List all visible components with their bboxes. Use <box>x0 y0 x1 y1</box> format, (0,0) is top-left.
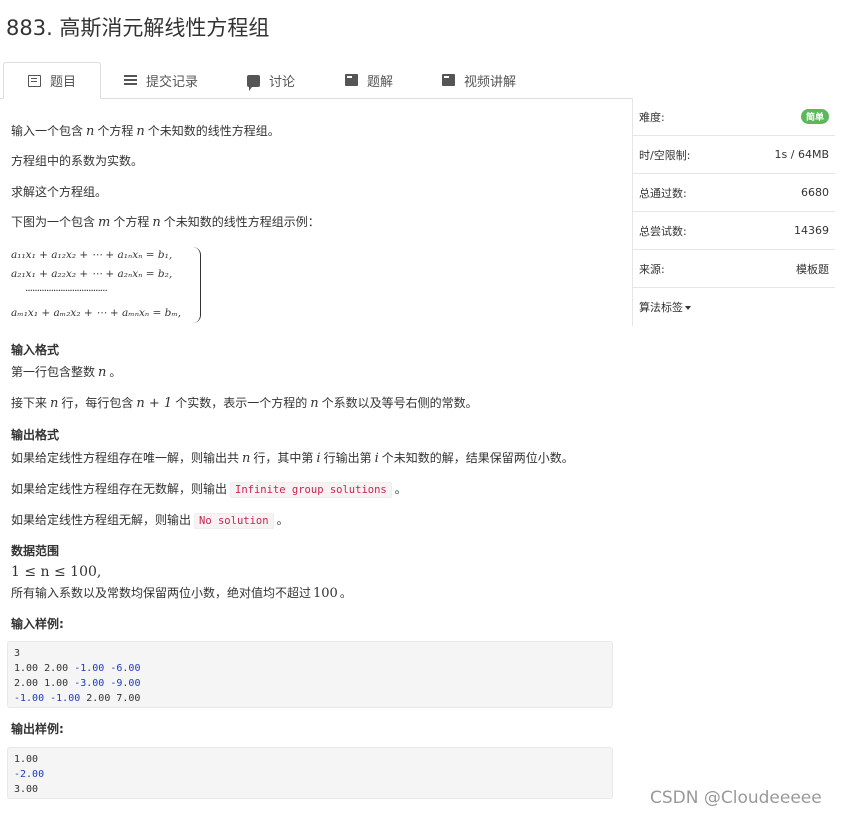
sample-output-heading: 输出样例: <box>11 722 64 736</box>
attempts-row: 总尝试数: 14369 <box>633 212 835 250</box>
tags-dropdown[interactable]: 算法标签 <box>639 299 691 315</box>
inline-code: Infinite group solutions <box>230 482 392 498</box>
difficulty-label: 难度: <box>639 110 665 124</box>
coef-text: 方程组中的系数为实数。 <box>11 154 144 168</box>
attempts-value: 14369 <box>794 224 829 237</box>
limits-label: 时/空限制: <box>639 148 691 162</box>
sample-output-block[interactable]: 1.00 -2.00 3.00 <box>7 747 613 799</box>
limits-value: 1s / 64MB <box>774 148 829 161</box>
range-text: 所有输入系数以及常数均保留两位小数，绝对值均不超过 100。 <box>11 586 352 601</box>
tab-discussion[interactable]: 讨论 <box>247 62 295 98</box>
equation-row: aₘ₁x₁ + aₘ₂x₂ + ⋯ + aₘₙxₙ = bₘ, <box>11 307 182 319</box>
right-brace <box>192 247 201 323</box>
tab-video[interactable]: 视频讲解 <box>442 62 516 98</box>
tab-label: 提交记录 <box>146 74 199 90</box>
book-icon <box>442 74 455 86</box>
input-format-line1: 第一行包含整数 n。 <box>11 365 122 380</box>
output-format-line1: 如果给定线性方程组存在唯一解，则输出共 n 行，其中第 i 行输出第 i 个未知数的解，结果… <box>11 451 574 466</box>
intro-text: 输入一个包含 n 个方程 n 个未知数的线性方程组。 <box>11 124 280 139</box>
difficulty-row: 难度: 简单 <box>633 98 835 136</box>
tab-bar: 题目 提交记录 讨论 题解 视频讲解 <box>0 62 632 99</box>
tab-submissions[interactable]: 提交记录 <box>124 62 198 98</box>
list-icon <box>124 74 137 86</box>
tab-label: 题目 <box>49 75 76 90</box>
passed-label: 总通过数: <box>639 186 687 200</box>
range-formula: 1 ≤ n ≤ 100, <box>11 564 102 580</box>
source-value[interactable]: 模板题 <box>796 261 829 277</box>
tab-label: 讨论 <box>269 74 296 90</box>
input-format-line2: 接下来 n 行，每行包含 n + 1 个实数，表示一个方程的 n 个系数以及等号右侧的常数。 <box>11 396 478 411</box>
equation-row: a₂₁x₁ + a₂₂x₂ + ⋯ + a₂ₙxₙ = b₂, <box>11 268 173 280</box>
equation-system-figure: a₁₁x₁ + a₁₂x₂ + ⋯ + a₁ₙxₙ = b₁, a₂₁x₁ + … <box>11 243 201 327</box>
source-label: 来源: <box>639 262 665 276</box>
inline-code: No solution <box>194 513 274 529</box>
sample-input-block[interactable]: 3 1.00 2.00 -1.00 -6.00 2.00 1.00 -3.00 … <box>7 641 613 708</box>
sample-input-heading: 输入样例: <box>11 617 64 631</box>
book-icon <box>345 74 358 86</box>
equation-dots: ··································· <box>25 285 108 297</box>
limits-row: 时/空限制: 1s / 64MB <box>633 136 835 174</box>
tab-solutions[interactable]: 题解 <box>345 62 393 98</box>
tab-label: 题解 <box>367 74 394 90</box>
tags-row[interactable]: 算法标签 <box>633 288 835 326</box>
problem-info-panel: 难度: 简单 时/空限制: 1s / 64MB 总通过数: 6680 总尝试数:… <box>632 98 835 326</box>
output-format-line2: 如果给定线性方程组存在无数解，则输出 Infinite group solutio… <box>11 482 407 498</box>
equation-row: a₁₁x₁ + a₁₂x₂ + ⋯ + a₁ₙxₙ = b₁, <box>11 249 173 261</box>
example-text: 下图为一个包含 m 个方程 n 个未知数的线性方程组示例： <box>11 215 320 230</box>
output-format-heading: 输出格式 <box>11 428 60 442</box>
difficulty-badge: 简单 <box>800 109 829 124</box>
tab-label: 视频讲解 <box>464 74 517 90</box>
tab-problem[interactable]: 题目 <box>3 62 101 99</box>
passed-value: 6680 <box>801 186 829 199</box>
comment-icon <box>247 75 260 91</box>
input-format-heading: 输入格式 <box>11 343 60 357</box>
solve-text: 求解这个方程组。 <box>11 185 108 199</box>
source-row: 来源: 模板题 <box>633 250 835 288</box>
attempts-label: 总尝试数: <box>639 224 687 238</box>
watermark: CSDN @Cloudeeeee <box>650 788 822 808</box>
range-heading: 数据范围 <box>11 544 60 558</box>
output-format-line3: 如果给定线性方程组无解，则输出 No solution。 <box>11 513 289 529</box>
page-title: 883. 高斯消元解线性方程组 <box>6 16 270 40</box>
caret-down-icon <box>685 306 691 310</box>
passed-row: 总通过数: 6680 <box>633 174 835 212</box>
document-icon <box>27 74 41 87</box>
